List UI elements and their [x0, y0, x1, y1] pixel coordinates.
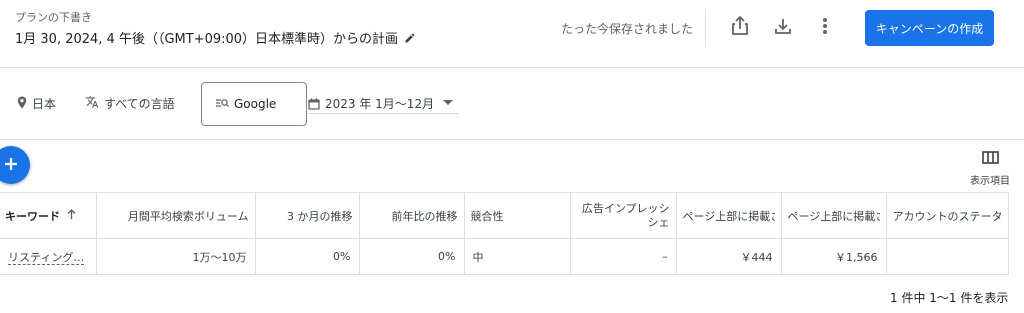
pencil-icon[interactable]	[404, 32, 416, 44]
network-selector[interactable]: Google	[201, 82, 307, 126]
col-header-three-month-change[interactable]: 3 か月の推移	[255, 192, 360, 239]
col-header-ad-impression-share[interactable]: 広告インプレッシ シェ	[570, 192, 677, 239]
columns-label: 表示項目	[970, 176, 1010, 187]
language-filter[interactable]: すべての言語	[85, 95, 175, 112]
cell-yoy-change: 0%	[359, 238, 465, 275]
save-status: たった今保存されました	[561, 22, 694, 36]
share-button[interactable]	[725, 13, 755, 43]
add-keyword-button[interactable]	[0, 146, 30, 184]
cell-keyword[interactable]: リスティング…	[0, 238, 97, 275]
network-label: Google	[234, 97, 277, 111]
col-header-top-bid-high[interactable]: ページ上部に掲載さ	[781, 192, 887, 239]
sort-arrow-up-icon	[60, 209, 76, 222]
share-icon	[731, 15, 749, 40]
create-campaign-button[interactable]: キャンペーンの作成	[865, 10, 994, 46]
translate-icon	[85, 95, 104, 112]
date-range-selector[interactable]: 2023 年 1月～12月	[308, 94, 459, 114]
date-range-label: 2023 年 1月～12月	[325, 97, 435, 111]
cell-avg-monthly-searches: 1万～10万	[96, 238, 256, 275]
plus-icon	[4, 156, 18, 175]
col-header-account-status[interactable]: アカウントのステータス	[886, 192, 1009, 239]
location-pin-icon	[17, 96, 32, 112]
draft-label: プランの下書き	[15, 11, 92, 24]
table-header-row: キーワード 月間平均検索ボリューム 3 か月の推移 前年比の推移 競合性 広告イ…	[0, 192, 1009, 239]
columns-button[interactable]: 表示項目	[962, 149, 1018, 187]
keyword-table: キーワード 月間平均検索ボリューム 3 か月の推移 前年比の推移 競合性 広告イ…	[0, 192, 1009, 275]
columns-icon	[981, 149, 999, 168]
cell-competition: 中	[464, 238, 571, 275]
plan-title[interactable]: 1月 30, 2024, 4 午後（（GMT+09:00）日本標準時）からの計画	[15, 28, 416, 47]
table-row[interactable]: リスティング… 1万～10万 0% 0% 中 – ￥444 ￥1,566	[0, 238, 1009, 275]
more-options-button[interactable]	[810, 13, 840, 43]
download-button[interactable]	[768, 13, 798, 43]
cell-three-month-change: 0%	[255, 238, 360, 275]
col-header-top-bid-low[interactable]: ページ上部に掲載さ	[676, 192, 782, 239]
cell-top-bid-high: ￥1,566	[781, 238, 887, 275]
cell-top-bid-low: ￥444	[676, 238, 782, 275]
language-label: すべての言語	[104, 97, 175, 111]
cell-account-status	[886, 238, 1009, 275]
location-filter[interactable]: 日本	[17, 95, 56, 112]
download-icon	[774, 17, 792, 39]
dropdown-arrow-icon	[443, 100, 453, 105]
plan-title-text: 1月 30, 2024, 4 午後（（GMT+09:00）日本標準時）からの計画	[15, 32, 399, 47]
search-network-icon	[216, 97, 234, 111]
col-header-avg-monthly-searches[interactable]: 月間平均検索ボリューム	[96, 192, 256, 239]
pagination-summary: 1 件中 1～1 件を表示	[890, 291, 1009, 305]
col-header-keyword[interactable]: キーワード	[0, 192, 97, 239]
more-vert-icon	[822, 17, 828, 39]
location-label: 日本	[32, 97, 57, 111]
cell-ad-impression-share: –	[570, 238, 677, 275]
calendar-icon	[308, 98, 320, 110]
col-header-yoy-change[interactable]: 前年比の推移	[359, 192, 465, 239]
filter-bar: 日本 すべての言語 Google 2023 年 1月～12月	[0, 68, 1024, 140]
header-divider	[705, 10, 706, 46]
plan-header: プランの下書き 1月 30, 2024, 4 午後（（GMT+09:00）日本標…	[0, 0, 1024, 68]
action-bar: 表示項目	[0, 140, 1024, 192]
col-header-competition[interactable]: 競合性	[464, 192, 571, 239]
